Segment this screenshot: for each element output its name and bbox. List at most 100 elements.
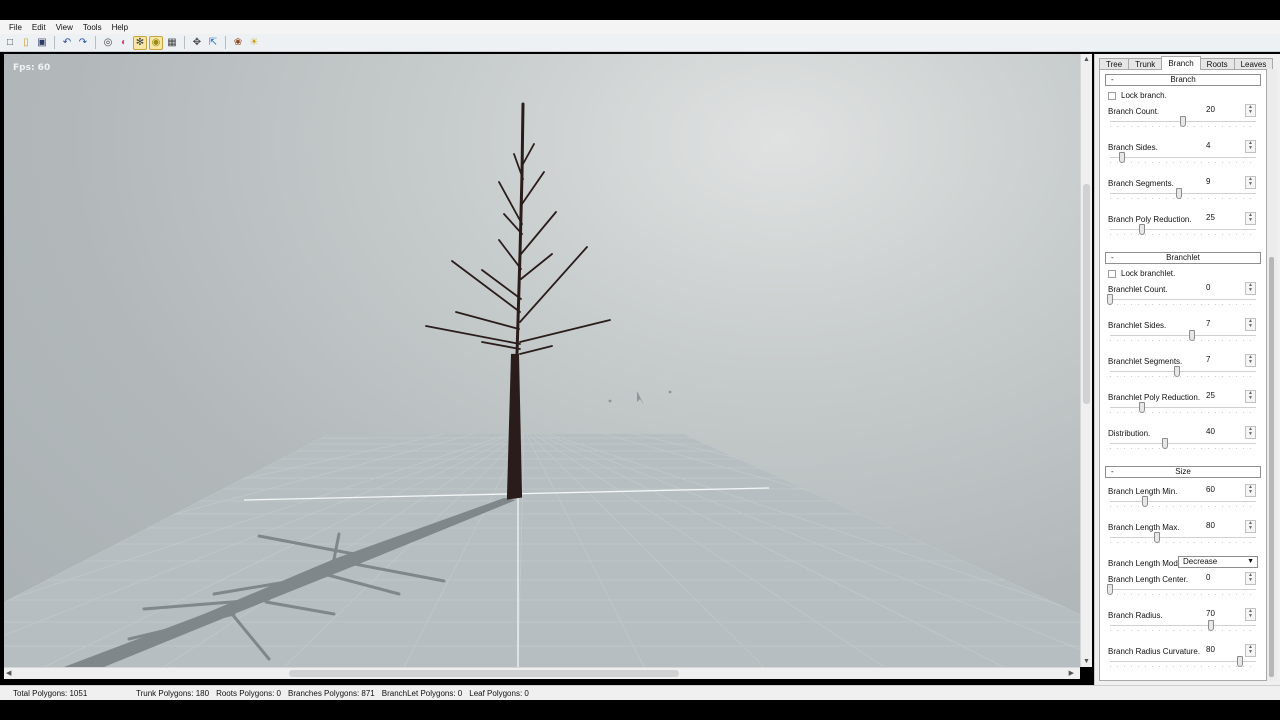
viewport-horizontal-scrollbar[interactable]: ◀ ▶: [4, 667, 1080, 679]
slider-track[interactable]: [1110, 537, 1256, 538]
slider-thumb[interactable]: [1175, 188, 1182, 199]
menu-edit[interactable]: Edit: [27, 23, 51, 32]
menu-tools[interactable]: Tools: [78, 23, 107, 32]
section-size[interactable]: - Size: [1105, 466, 1261, 478]
scroll-up-icon[interactable]: ▲: [1083, 56, 1090, 63]
slider-track[interactable]: [1110, 335, 1256, 336]
field-value-input[interactable]: 80: [1205, 520, 1241, 531]
slider-thumb[interactable]: [1153, 532, 1160, 543]
slider-thumb[interactable]: [1174, 366, 1181, 377]
spinner-arrows-icon[interactable]: ▲ ▼: [1245, 104, 1256, 117]
field-value-input[interactable]: 0: [1205, 572, 1241, 583]
panel-scrollbar[interactable]: [1267, 69, 1277, 681]
spinner-arrows-icon[interactable]: ▲ ▼: [1245, 608, 1256, 621]
lock-branch-row[interactable]: Lock branch.: [1108, 91, 1167, 100]
slider-thumb[interactable]: [1142, 496, 1149, 507]
menu-view[interactable]: View: [51, 23, 78, 32]
field-value-input[interactable]: 80: [1205, 644, 1241, 655]
spinner-arrows-icon[interactable]: ▲ ▼: [1245, 318, 1256, 331]
scroll-down-icon[interactable]: ▼: [1083, 658, 1090, 665]
spinner-arrows-icon[interactable]: ▲ ▼: [1245, 644, 1256, 657]
spinner-arrows-icon[interactable]: ▲ ▼: [1245, 484, 1256, 497]
3d-viewport[interactable]: Fps: 60: [4, 54, 1080, 667]
new-file-icon[interactable]: □: [3, 36, 17, 50]
slider-track[interactable]: [1110, 371, 1256, 372]
spinner-arrows-icon[interactable]: ▲ ▼: [1245, 140, 1256, 153]
tree-icon[interactable]: ❀: [231, 36, 245, 50]
lock-branch-checkbox[interactable]: [1108, 91, 1116, 100]
zoom-extents-icon[interactable]: ⇱: [206, 36, 220, 50]
undo-icon[interactable]: ↶: [60, 36, 74, 50]
sun-icon[interactable]: ☀: [247, 36, 261, 50]
redo-icon[interactable]: ↷: [76, 36, 90, 50]
field-value-input[interactable]: 9: [1205, 176, 1241, 187]
slider-thumb[interactable]: [1139, 402, 1146, 413]
slider-track[interactable]: [1110, 407, 1256, 408]
tab-branch[interactable]: Branch: [1161, 56, 1201, 70]
viewport-vertical-scrollbar[interactable]: ▲ ▼: [1080, 54, 1092, 667]
slider-thumb[interactable]: [1188, 330, 1195, 341]
slider-thumb[interactable]: [1139, 224, 1146, 235]
wireframe-icon[interactable]: ✻: [133, 35, 147, 50]
lock-branchlet-row[interactable]: Lock branchlet.: [1108, 269, 1175, 278]
sphere-icon[interactable]: ◎: [101, 36, 115, 50]
slider-track[interactable]: [1110, 501, 1256, 502]
light-bulb-icon[interactable]: ◉: [149, 35, 163, 50]
field-value-input[interactable]: 4: [1205, 140, 1241, 151]
scroll-thumb[interactable]: [289, 670, 679, 677]
slider-track[interactable]: [1110, 299, 1256, 300]
slider-thumb[interactable]: [1180, 116, 1186, 127]
branch-length-mode-value: Decrease: [1183, 557, 1218, 566]
field-value-input[interactable]: 40: [1205, 426, 1241, 437]
field-value-input[interactable]: 25: [1205, 212, 1241, 223]
save-icon[interactable]: ▣: [35, 36, 49, 50]
slider-thumb[interactable]: [1236, 656, 1243, 667]
section-branchlet[interactable]: - Branchlet: [1105, 252, 1261, 264]
field-value-input[interactable]: 20: [1205, 104, 1241, 115]
lock-branchlet-checkbox[interactable]: [1108, 269, 1116, 278]
slider-track[interactable]: [1110, 157, 1256, 158]
slider-ticks: [1110, 594, 1256, 595]
collapse-icon[interactable]: -: [1111, 253, 1114, 263]
collapse-icon[interactable]: -: [1111, 467, 1114, 477]
slider-track[interactable]: [1110, 193, 1256, 194]
menu-file[interactable]: File: [4, 23, 27, 32]
branchlet-count-field: Branchlet Count. 0 ▲ ▼: [1107, 282, 1260, 320]
slider-thumb[interactable]: [1107, 294, 1113, 305]
slider-track[interactable]: [1110, 229, 1256, 230]
spinner-arrows-icon[interactable]: ▲ ▼: [1245, 520, 1256, 533]
branch-length-mode-select[interactable]: Decrease ▼: [1178, 556, 1258, 568]
spinner-arrows-icon[interactable]: ▲ ▼: [1245, 426, 1256, 439]
menu-help[interactable]: Help: [107, 23, 133, 32]
scroll-right-icon[interactable]: ▶: [1069, 669, 1074, 677]
spinner-arrows-icon[interactable]: ▲ ▼: [1245, 212, 1256, 225]
slider-thumb[interactable]: [1207, 620, 1214, 631]
field-value-input[interactable]: 25: [1205, 390, 1241, 401]
slider-track[interactable]: [1110, 625, 1256, 626]
slider-track[interactable]: [1110, 443, 1256, 444]
spinner-arrows-icon[interactable]: ▲ ▼: [1245, 282, 1256, 295]
slider-track[interactable]: [1110, 589, 1256, 590]
slider-thumb[interactable]: [1107, 584, 1113, 595]
field-value-input[interactable]: 7: [1205, 354, 1241, 365]
grid-icon[interactable]: ▦: [165, 36, 179, 50]
slider-thumb[interactable]: [1162, 438, 1169, 449]
collapse-icon[interactable]: -: [1111, 75, 1114, 85]
field-value-input[interactable]: 60: [1205, 484, 1241, 495]
open-folder-icon[interactable]: ▯: [19, 36, 33, 50]
move-icon[interactable]: ✥: [190, 36, 204, 50]
field-value-input[interactable]: 0: [1205, 282, 1241, 293]
spinner-arrows-icon[interactable]: ▲ ▼: [1245, 176, 1256, 189]
section-branch[interactable]: - Branch: [1105, 74, 1261, 86]
slider-thumb[interactable]: [1118, 152, 1125, 163]
scroll-thumb[interactable]: [1083, 184, 1090, 404]
field-value-input[interactable]: 70: [1205, 608, 1241, 619]
spinner-arrows-icon[interactable]: ▲ ▼: [1245, 354, 1256, 367]
field-value-input[interactable]: 7: [1205, 318, 1241, 329]
scroll-left-icon[interactable]: ◀: [6, 669, 11, 677]
color-wheel-icon[interactable]: ◐: [117, 36, 131, 50]
spinner-arrows-icon[interactable]: ▲ ▼: [1245, 390, 1256, 403]
spinner-arrows-icon[interactable]: ▲ ▼: [1245, 572, 1256, 585]
scroll-thumb[interactable]: [1269, 257, 1274, 677]
slider-track[interactable]: [1110, 661, 1256, 662]
